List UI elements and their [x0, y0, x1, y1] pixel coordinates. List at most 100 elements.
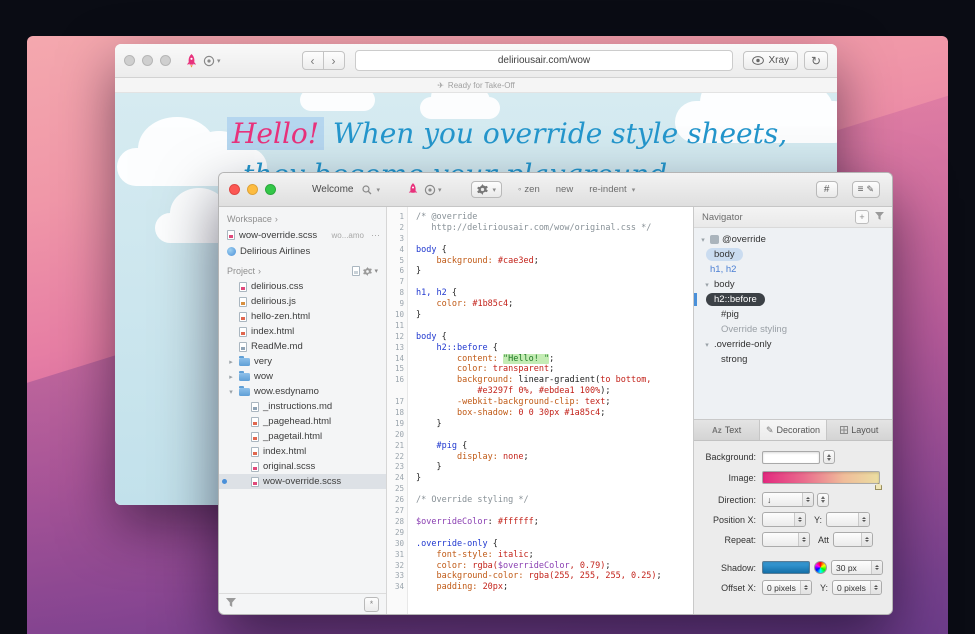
disclosure-open-icon[interactable]: ▾ [703, 281, 711, 289]
code-line[interactable] [416, 234, 693, 245]
shadow-size-select[interactable]: 30 px [831, 560, 883, 575]
code-line[interactable]: h1, h2 { [416, 288, 693, 299]
navigator-item[interactable]: h1, h2 [694, 262, 892, 277]
workspace-item[interactable]: wow-override.scsswo...amo⋯ [219, 227, 386, 243]
code-line[interactable]: .override-only { [416, 539, 693, 550]
file-row[interactable]: wow-override.scss [219, 474, 386, 489]
project-header[interactable]: Project › ▾ [219, 259, 386, 279]
navigator-item[interactable]: h2::before [694, 292, 892, 307]
code-line[interactable]: color: transparent; [416, 364, 693, 375]
navigator-item[interactable]: strong [694, 352, 892, 367]
disclosure-open-icon[interactable]: ▾ [703, 341, 711, 349]
code-line[interactable] [416, 277, 693, 288]
offset-y-select[interactable]: 0 pixels [832, 580, 882, 595]
minimize-button[interactable] [247, 184, 258, 195]
tab-text[interactable]: AzText [694, 420, 760, 440]
direction-stepper[interactable] [817, 493, 829, 507]
code-line[interactable]: body { [416, 245, 693, 256]
code-line[interactable]: http://deliriousair.com/wow/original.css… [416, 223, 693, 234]
navigator-filter-icon[interactable] [875, 212, 884, 223]
background-swatch[interactable] [762, 451, 820, 464]
code-line[interactable]: color: #1b85c4; [416, 299, 693, 310]
file-row[interactable]: ▾wow.esdynamo [219, 384, 386, 399]
repeat-select[interactable] [762, 532, 810, 547]
rocket-icon[interactable] [186, 54, 197, 68]
close-button[interactable] [229, 184, 240, 195]
code-line[interactable]: } [416, 310, 693, 321]
code-line[interactable]: content: "Hello! "; [416, 354, 693, 365]
reindent-button[interactable]: re-indent ▾ [589, 184, 635, 195]
code-line[interactable]: color: rgba($overrideColor, 0.79); [416, 561, 693, 572]
code-line[interactable]: /* @override [416, 212, 693, 223]
file-row[interactable]: ▸very [219, 354, 386, 369]
navigator-item[interactable]: body [694, 247, 892, 262]
file-row[interactable]: _pagehead.html [219, 414, 386, 429]
xray-button[interactable]: Xray [743, 51, 798, 70]
gradient-well[interactable] [762, 471, 880, 484]
file-row[interactable]: hello-zen.html [219, 309, 386, 324]
tab-decoration[interactable]: ✎Decoration [760, 420, 826, 440]
zen-button[interactable]: ◦ zen [518, 184, 540, 195]
more-icon[interactable]: ⋯ [371, 230, 380, 241]
code-line[interactable]: $overrideColor: #ffffff; [416, 517, 693, 528]
code-line[interactable]: #e3297f 0%, #ebdea1 100%); [416, 386, 693, 397]
disclosure-open-icon[interactable]: ▾ [227, 388, 235, 396]
actions-icon[interactable]: * [364, 597, 379, 612]
navigator-item[interactable]: Override styling [694, 322, 892, 337]
att-select[interactable] [833, 532, 873, 547]
code-line[interactable]: background: #cae3ed; [416, 256, 693, 267]
file-row[interactable]: ▸wow [219, 369, 386, 384]
file-row[interactable]: ReadMe.md [219, 339, 386, 354]
shadow-swatch[interactable] [762, 561, 810, 574]
code-line[interactable] [416, 484, 693, 495]
code-line[interactable]: } [416, 473, 693, 484]
code-line[interactable] [416, 430, 693, 441]
code-line[interactable] [416, 321, 693, 332]
new-document-icon[interactable] [352, 266, 360, 276]
rocket-icon[interactable] [408, 183, 418, 196]
navigator-item[interactable]: ▾@override [694, 232, 892, 247]
navigator-item[interactable]: ▾.override-only [694, 337, 892, 352]
code-line[interactable]: background-color: rgba(255, 255, 255, 0.… [416, 571, 693, 582]
gradient-handle[interactable] [875, 483, 882, 490]
close-button[interactable] [124, 55, 135, 66]
navigator-item[interactable]: #pig [694, 307, 892, 322]
panels-button[interactable]: ≡ ✎ [852, 181, 880, 198]
code-line[interactable]: body { [416, 332, 693, 343]
code-line[interactable]: display: none; [416, 452, 693, 463]
color-wheel-icon[interactable] [814, 561, 827, 574]
search-icon[interactable] [362, 185, 372, 195]
code-line[interactable]: } [416, 419, 693, 430]
code-line[interactable]: box-shadow: 0 0 30px #1a85c4; [416, 408, 693, 419]
hash-navigator-button[interactable]: # [816, 181, 838, 198]
zoom-button[interactable] [160, 55, 171, 66]
position-y-select[interactable] [826, 512, 870, 527]
code-line[interactable]: h2::before { [416, 343, 693, 354]
file-row[interactable]: delirious.css [219, 279, 386, 294]
back-button[interactable]: ‹ [302, 51, 324, 70]
project-gear-icon[interactable]: ▾ [363, 267, 378, 276]
file-row[interactable]: index.html [219, 324, 386, 339]
url-field[interactable]: deliriousair.com/wow [355, 50, 734, 71]
direction-select[interactable]: ↓ [762, 492, 814, 507]
override-target-icon[interactable]: ▾ [424, 184, 442, 196]
code-line[interactable]: #pig { [416, 441, 693, 452]
code-line[interactable]: background: linear-gradient(to bottom, [416, 375, 693, 386]
add-icon[interactable]: + [855, 210, 869, 224]
code-line[interactable] [416, 528, 693, 539]
code-line[interactable]: -webkit-background-clip: text; [416, 397, 693, 408]
code-line[interactable]: padding: 20px; [416, 582, 693, 593]
workspace-header[interactable]: Workspace › [219, 207, 386, 227]
file-row[interactable]: delirious.js [219, 294, 386, 309]
file-row[interactable]: _instructions.md [219, 399, 386, 414]
zoom-button[interactable] [265, 184, 276, 195]
offset-x-select[interactable]: 0 pixels [762, 580, 812, 595]
actions-gear-button[interactable]: ▾ [471, 181, 503, 198]
forward-button[interactable]: › [323, 51, 345, 70]
code-line[interactable]: } [416, 266, 693, 277]
disclosure-closed-icon[interactable]: ▸ [227, 358, 235, 366]
file-row[interactable]: _pagetail.html [219, 429, 386, 444]
filter-funnel-icon[interactable] [226, 598, 236, 610]
background-stepper[interactable] [823, 450, 835, 464]
disclosure-open-icon[interactable]: ▾ [699, 236, 707, 244]
